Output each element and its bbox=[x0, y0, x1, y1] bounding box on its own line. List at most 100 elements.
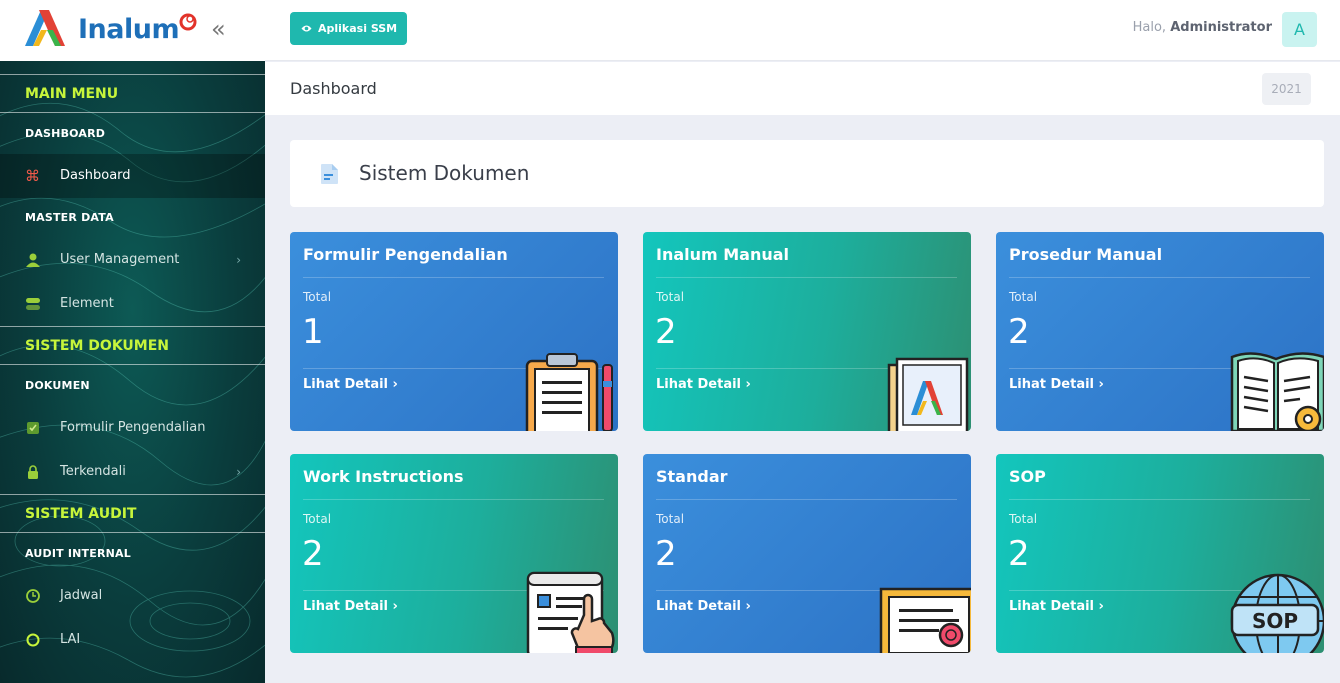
svg-text:SOP: SOP bbox=[1252, 609, 1298, 633]
svg-text:⌘: ⌘ bbox=[25, 168, 40, 184]
sidebar-item-dashboard[interactable]: ⌘ Dashboard bbox=[0, 154, 265, 198]
card-value: 1 bbox=[302, 312, 324, 352]
card-total-label: Total bbox=[303, 512, 332, 526]
section-header-card: Sistem Dokumen bbox=[290, 140, 1324, 207]
group-audit-internal: AUDIT INTERNAL bbox=[25, 547, 131, 560]
lihat-detail-link[interactable]: Lihat Detail › bbox=[656, 377, 751, 392]
divider bbox=[1009, 277, 1310, 278]
sidebar-item-element[interactable]: Element bbox=[0, 282, 265, 326]
sidebar: Inalum « MAIN MENU DASHBOARD ⌘ Dashboard… bbox=[0, 0, 265, 683]
sidebar-item-label: User Management bbox=[60, 252, 180, 267]
toggle-icon bbox=[26, 298, 40, 310]
card-value: 2 bbox=[655, 312, 677, 352]
inalum-logo-icon bbox=[25, 10, 65, 46]
sidebar-item-label: Jadwal bbox=[60, 588, 103, 603]
clipboard-icon bbox=[525, 353, 613, 431]
section-main-menu: MAIN MENU bbox=[0, 74, 265, 113]
sop-globe-icon: SOP bbox=[1230, 573, 1324, 653]
aplikasi-ssm-button[interactable]: Aplikasi SSM bbox=[290, 12, 407, 45]
link-label: Lihat Detail bbox=[1009, 599, 1095, 614]
greeting-prefix: Halo, bbox=[1132, 20, 1167, 35]
sidebar-menu: MAIN MENU DASHBOARD ⌘ Dashboard MASTER D… bbox=[0, 61, 265, 683]
lock-icon bbox=[28, 465, 38, 479]
eye-icon bbox=[301, 25, 312, 32]
group-dashboard: DASHBOARD bbox=[25, 127, 106, 140]
card-title: SOP bbox=[1009, 467, 1046, 486]
card-total-label: Total bbox=[656, 512, 685, 526]
logo-bar: Inalum « bbox=[0, 0, 265, 61]
sidebar-item-label: Dashboard bbox=[60, 168, 131, 183]
card-prosedur-manual[interactable]: Prosedur Manual Total 2 Lihat Detail › bbox=[996, 232, 1324, 431]
group-dokumen: DOKUMEN bbox=[25, 379, 90, 392]
chevron-right-icon: › bbox=[236, 465, 241, 479]
greeting-user: Administrator bbox=[1170, 20, 1272, 35]
link-label: Lihat Detail bbox=[1009, 377, 1095, 392]
card-title: Standar bbox=[656, 467, 728, 486]
group-master-data: MASTER DATA bbox=[25, 211, 114, 224]
section-sistem-audit: SISTEM AUDIT bbox=[0, 494, 265, 533]
sidebar-item-lai[interactable]: LAI bbox=[0, 618, 265, 662]
avatar[interactable]: A bbox=[1282, 12, 1317, 47]
card-title: Prosedur Manual bbox=[1009, 245, 1163, 264]
document-hand-icon bbox=[526, 571, 615, 653]
sidebar-item-jadwal[interactable]: Jadwal bbox=[0, 574, 265, 618]
sidebar-item-label: LAI bbox=[60, 632, 81, 647]
divider bbox=[1009, 499, 1310, 500]
card-total-label: Total bbox=[656, 290, 685, 304]
link-label: Lihat Detail bbox=[303, 599, 389, 614]
sidebar-item-label: Element bbox=[60, 296, 114, 311]
card-inalum-manual[interactable]: Inalum Manual Total 2 Lihat Detail › bbox=[643, 232, 971, 431]
aplikasi-ssm-label: Aplikasi SSM bbox=[318, 22, 398, 35]
collapse-sidebar-icon[interactable]: « bbox=[211, 17, 226, 41]
sidebar-item-formulir-pengendalian[interactable]: Formulir Pengendalian bbox=[0, 406, 265, 450]
year-badge: 2021 bbox=[1262, 73, 1311, 105]
link-label: Lihat Detail bbox=[656, 377, 742, 392]
card-standar[interactable]: Standar Total 2 Lihat Detail › bbox=[643, 454, 971, 653]
card-value: 2 bbox=[1008, 312, 1030, 352]
card-title: Inalum Manual bbox=[656, 245, 790, 264]
card-title: Work Instructions bbox=[303, 467, 464, 486]
divider bbox=[656, 277, 957, 278]
card-value: 2 bbox=[655, 534, 677, 574]
card-formulir-pengendalian[interactable]: Formulir Pengendalian Total 1 Lihat Deta… bbox=[290, 232, 618, 431]
card-work-instructions[interactable]: Work Instructions Total 2 Lihat Detail › bbox=[290, 454, 618, 653]
sidebar-item-terkendali[interactable]: Terkendali › bbox=[0, 450, 265, 494]
lihat-detail-link[interactable]: Lihat Detail › bbox=[303, 599, 398, 614]
lihat-detail-link[interactable]: Lihat Detail › bbox=[656, 599, 751, 614]
card-title: Formulir Pengendalian bbox=[303, 245, 508, 264]
page-title: Dashboard bbox=[290, 79, 377, 98]
manual-book-icon bbox=[887, 357, 969, 431]
lihat-detail-link[interactable]: Lihat Detail › bbox=[1009, 377, 1104, 392]
top-bar: Aplikasi SSM Halo, Administrator A bbox=[265, 0, 1340, 61]
user-greeting: Halo, Administrator bbox=[1133, 20, 1272, 35]
sidebar-item-label: Terkendali bbox=[60, 464, 126, 479]
chevron-right-icon: › bbox=[1098, 599, 1104, 614]
circle-icon bbox=[26, 633, 40, 647]
page-header: Dashboard 2021 bbox=[265, 62, 1340, 115]
card-total-label: Total bbox=[303, 290, 332, 304]
user-icon bbox=[26, 253, 40, 267]
card-value: 2 bbox=[1008, 534, 1030, 574]
section-sistem-dokumen: SISTEM DOKUMEN bbox=[0, 326, 265, 365]
lihat-detail-link[interactable]: Lihat Detail › bbox=[303, 377, 398, 392]
chevron-right-icon: › bbox=[392, 599, 398, 614]
chevron-right-icon: › bbox=[236, 253, 241, 267]
chevron-right-icon: › bbox=[1098, 377, 1104, 392]
card-total-label: Total bbox=[1009, 290, 1038, 304]
certificate-icon bbox=[879, 587, 971, 653]
checkbox-icon bbox=[27, 422, 39, 434]
card-total-label: Total bbox=[1009, 512, 1038, 526]
section-title: Sistem Dokumen bbox=[359, 161, 530, 185]
link-label: Lihat Detail bbox=[656, 599, 742, 614]
chevron-right-icon: › bbox=[392, 377, 398, 392]
link-label: Lihat Detail bbox=[303, 377, 389, 392]
brand-name: Inalum bbox=[78, 14, 180, 45]
chevron-right-icon: › bbox=[745, 377, 751, 392]
divider bbox=[656, 499, 957, 500]
lihat-detail-link[interactable]: Lihat Detail › bbox=[1009, 599, 1104, 614]
sidebar-item-user-management[interactable]: User Management › bbox=[0, 238, 265, 282]
card-sop[interactable]: SOP Total 2 Lihat Detail › SOP bbox=[996, 454, 1324, 653]
brand-ring-icon bbox=[179, 13, 197, 31]
divider bbox=[303, 277, 604, 278]
sidebar-item-label: Formulir Pengendalian bbox=[60, 420, 206, 435]
